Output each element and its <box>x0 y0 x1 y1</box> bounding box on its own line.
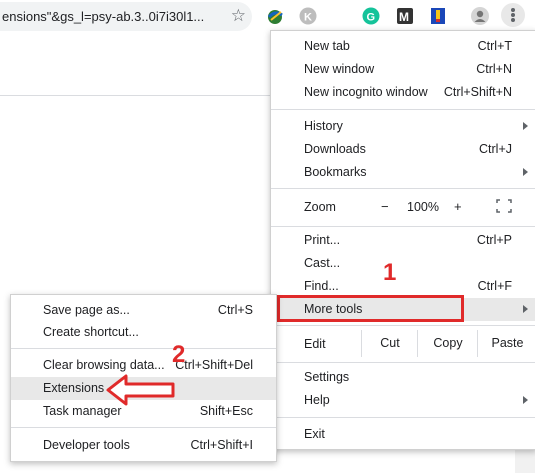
submenu-item-shortcut: Ctrl+Shift+Del <box>175 358 253 372</box>
step-number-2: 2 <box>172 341 186 368</box>
cut-button[interactable]: Cut <box>361 330 418 357</box>
submenu-item-save-page[interactable]: Save page as... Ctrl+S <box>11 299 276 322</box>
menu-separator <box>271 188 535 189</box>
address-bar[interactable]: ensions"&gs_l=psy-ab.3..0i7i30l1... ☆ <box>0 2 252 31</box>
menu-item-print[interactable]: Print... Ctrl+P <box>271 229 535 252</box>
chrome-main-menu: New tab Ctrl+T New window Ctrl+N New inc… <box>270 30 535 450</box>
menu-item-label: Cast... <box>304 256 341 270</box>
zoom-in-button[interactable]: + <box>454 199 462 214</box>
profile-icon[interactable] <box>470 6 490 26</box>
menu-item-help[interactable]: Help <box>271 389 535 412</box>
menu-item-label: Print... <box>304 233 341 247</box>
submenu-item-create-shortcut[interactable]: Create shortcut... <box>11 321 276 344</box>
menu-item-shortcut: Ctrl+Shift+N <box>443 85 512 99</box>
zoom-level: 100% <box>407 200 439 214</box>
menu-item-label: New window <box>304 62 375 76</box>
edit-row: Edit Cut Copy Paste <box>271 330 535 357</box>
extension-bookmark-icon[interactable] <box>428 6 448 26</box>
extension-k-icon[interactable]: K <box>298 6 318 26</box>
zoom-label: Zoom <box>304 200 336 214</box>
menu-item-downloads[interactable]: Downloads Ctrl+J <box>271 138 535 161</box>
menu-item-shortcut: Ctrl+P <box>476 233 512 247</box>
submenu-arrow-icon <box>523 305 528 313</box>
menu-separator <box>271 362 535 363</box>
edit-label: Edit <box>304 337 326 351</box>
submenu-item-shortcut: Shift+Esc <box>199 404 253 418</box>
submenu-item-label: Save page as... <box>43 303 130 317</box>
submenu-item-developer-tools[interactable]: Developer tools Ctrl+Shift+I <box>11 434 276 457</box>
menu-item-label: Bookmarks <box>304 165 367 179</box>
submenu-item-label: Extensions <box>43 381 105 395</box>
star-icon[interactable]: ☆ <box>231 6 246 26</box>
submenu-item-shortcut: Ctrl+Shift+I <box>190 438 253 452</box>
submenu-arrow-icon <box>523 168 528 176</box>
menu-item-label: Downloads <box>304 142 366 156</box>
submenu-separator <box>11 348 276 349</box>
menu-item-settings[interactable]: Settings <box>271 366 535 389</box>
menu-separator <box>271 325 535 326</box>
menu-item-shortcut: Ctrl+J <box>479 142 512 156</box>
fullscreen-icon[interactable] <box>496 199 512 213</box>
menu-item-exit[interactable]: Exit <box>271 423 535 446</box>
copy-button[interactable]: Copy <box>417 330 478 357</box>
highlight-box-more-tools <box>277 295 464 322</box>
page-header-area <box>0 33 270 96</box>
zoom-out-button[interactable]: − <box>381 199 389 214</box>
menu-item-label: New tab <box>304 39 350 53</box>
menu-item-label: Help <box>304 393 330 407</box>
menu-dots-icon[interactable] <box>501 3 525 27</box>
menu-item-label: New incognito window <box>304 85 428 99</box>
address-text[interactable]: ensions"&gs_l=psy-ab.3..0i7i30l1... <box>2 9 204 24</box>
submenu-arrow-icon <box>523 122 528 130</box>
svg-text:M: M <box>399 10 409 24</box>
submenu-separator <box>11 427 276 428</box>
extension-grammarly-icon[interactable]: G <box>361 6 381 26</box>
svg-text:K: K <box>304 12 312 24</box>
menu-item-cast[interactable]: Cast... <box>271 252 535 275</box>
browser-toolbar: ensions"&gs_l=psy-ab.3..0i7i30l1... ☆ K … <box>0 0 535 33</box>
menu-item-new-tab[interactable]: New tab Ctrl+T <box>271 35 535 58</box>
svg-text:G: G <box>367 12 376 24</box>
menu-item-new-window[interactable]: New window Ctrl+N <box>271 58 535 81</box>
menu-item-shortcut: Ctrl+T <box>477 39 512 53</box>
paste-button[interactable]: Paste <box>477 330 535 357</box>
menu-item-shortcut: Ctrl+F <box>477 279 512 293</box>
zoom-row: Zoom − 100% + <box>271 194 535 220</box>
menu-item-label: Settings <box>304 370 350 384</box>
menu-item-label: History <box>304 119 343 133</box>
menu-item-bookmarks[interactable]: Bookmarks <box>271 161 535 184</box>
submenu-item-label: Clear browsing data... <box>43 358 165 372</box>
menu-item-new-incognito-window[interactable]: New incognito window Ctrl+Shift+N <box>271 81 535 104</box>
menu-separator <box>271 109 535 110</box>
submenu-item-label: Developer tools <box>43 438 130 452</box>
submenu-arrow-icon <box>523 396 528 404</box>
submenu-item-label: Create shortcut... <box>43 325 139 339</box>
extension-globe-icon[interactable] <box>266 6 286 26</box>
menu-item-label: Exit <box>304 427 325 441</box>
left-arrow-annotation-icon <box>106 374 175 406</box>
menu-item-history[interactable]: History <box>271 115 535 138</box>
step-number-1: 1 <box>383 259 397 286</box>
menu-separator <box>271 226 535 227</box>
submenu-item-shortcut: Ctrl+S <box>217 303 253 317</box>
extension-m-icon[interactable]: M <box>395 6 415 26</box>
menu-item-shortcut: Ctrl+N <box>476 62 512 76</box>
menu-item-label: Find... <box>304 279 339 293</box>
menu-separator <box>271 417 535 418</box>
